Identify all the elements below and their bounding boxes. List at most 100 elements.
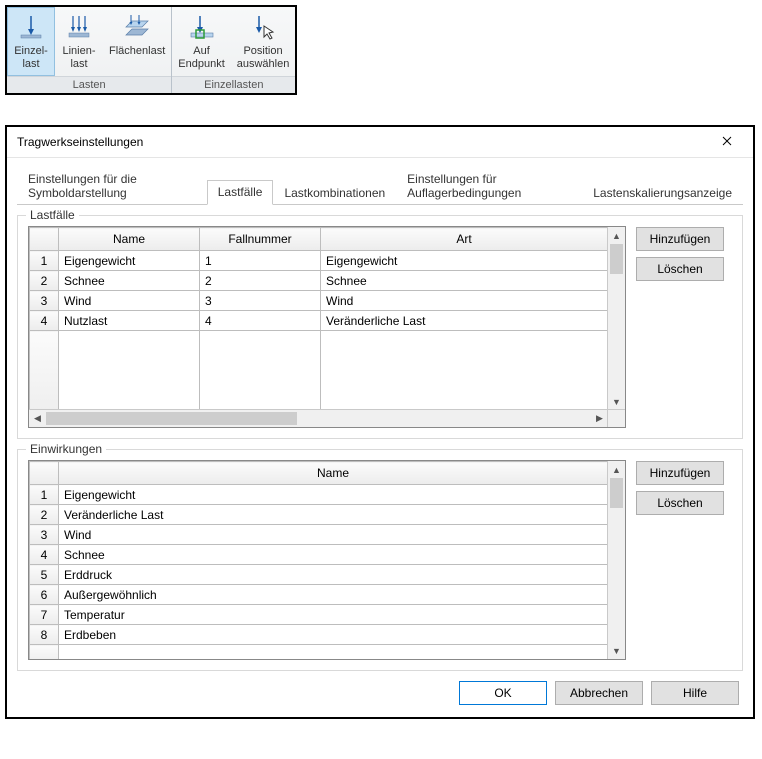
cell-fallnummer[interactable]: 1 [200, 251, 321, 271]
table-row[interactable]: 1Eigengewicht [30, 485, 608, 505]
table-row[interactable]: 4Schnee [30, 545, 608, 565]
cell-name[interactable]: Eigengewicht [59, 251, 200, 271]
scroll-down-icon[interactable]: ▼ [608, 642, 625, 659]
btn-flaechenlast[interactable]: Flächenlast [103, 7, 171, 76]
delete-einwirkung-button[interactable]: Löschen [636, 491, 724, 515]
vertical-scrollbar[interactable]: ▲ ▼ [607, 461, 625, 659]
close-button[interactable] [707, 130, 747, 154]
btn-position-auswaehlen[interactable]: Positionauswählen [231, 7, 296, 76]
scroll-up-icon[interactable]: ▲ [608, 227, 625, 244]
table-row[interactable]: 2Veränderliche Last [30, 505, 608, 525]
ribbon: Einzel-last Linien-last Flächenlast Last… [5, 5, 297, 95]
table-row[interactable]: 8Erdbeben [30, 625, 608, 645]
cell-name[interactable]: Schnee [59, 545, 608, 565]
table-row-empty [30, 645, 608, 660]
table-row[interactable]: 4Nutzlast4Veränderliche Last [30, 311, 608, 331]
cell-name[interactable]: Veränderliche Last [59, 505, 608, 525]
table-einwirkungen[interactable]: Name 1Eigengewicht2Veränderliche Last3Wi… [28, 460, 626, 660]
cell-name[interactable]: Erddruck [59, 565, 608, 585]
scroll-down-icon[interactable]: ▼ [608, 393, 625, 410]
table-row[interactable]: 5Erddruck [30, 565, 608, 585]
scroll-corner [607, 409, 625, 427]
add-lastfall-button[interactable]: Hinzufügen [636, 227, 724, 251]
cell-name[interactable]: Eigengewicht [59, 485, 608, 505]
cell-art[interactable]: Eigengewicht [321, 251, 608, 271]
add-einwirkung-button[interactable]: Hinzufügen [636, 461, 724, 485]
cell-art[interactable]: Schnee [321, 271, 608, 291]
scroll-thumb[interactable] [46, 412, 297, 425]
col-rownum[interactable] [30, 228, 59, 251]
cell-name[interactable]: Außergewöhnlich [59, 585, 608, 605]
btn-label: Einzel-last [12, 43, 50, 75]
cell-name[interactable]: Nutzlast [59, 311, 200, 331]
btn-label: Linien-last [60, 43, 97, 75]
cell-art[interactable]: Wind [321, 291, 608, 311]
tab-lastfaelle[interactable]: Lastfälle [207, 180, 274, 205]
ribbon-group-einzellasten: AufEndpunkt Positionauswählen Einzellast… [172, 7, 295, 93]
help-button[interactable]: Hilfe [651, 681, 739, 705]
group-legend: Lastfälle [26, 208, 79, 222]
cell-name[interactable]: Temperatur [59, 605, 608, 625]
cell-fallnummer[interactable]: 2 [200, 271, 321, 291]
table-lastfaelle[interactable]: Name Fallnummer Art 1Eigengewicht1Eigeng… [28, 226, 626, 428]
tab-symboldarstellung[interactable]: Einstellungen für die Symboldarstellung [17, 167, 207, 205]
group-einwirkungen: Einwirkungen Name 1Eigengewicht2Veränder… [17, 449, 743, 671]
tab-lastkombinationen[interactable]: Lastkombinationen [273, 181, 396, 205]
cell-rownum: 7 [30, 605, 59, 625]
titlebar: Tragwerkseinstellungen [7, 127, 753, 158]
cell-rownum: 1 [30, 485, 59, 505]
cell-rownum: 3 [30, 525, 59, 545]
tab-auflager[interactable]: Einstellungen für Auflagerbedingungen [396, 167, 582, 205]
scroll-thumb[interactable] [610, 478, 623, 508]
horizontal-scrollbar[interactable]: ◀ ▶ [29, 409, 608, 427]
cell-rownum: 3 [30, 291, 59, 311]
cell-rownum: 4 [30, 545, 59, 565]
btn-linienlast[interactable]: Linien-last [55, 7, 103, 76]
col-name[interactable]: Name [59, 228, 200, 251]
cell-rownum: 4 [30, 311, 59, 331]
cell-fallnummer[interactable]: 3 [200, 291, 321, 311]
cell-art[interactable]: Veränderliche Last [321, 311, 608, 331]
table-row[interactable]: 1Eigengewicht1Eigengewicht [30, 251, 608, 271]
ribbon-group-lasten: Einzel-last Linien-last Flächenlast Last… [7, 7, 172, 93]
cell-name[interactable]: Wind [59, 291, 200, 311]
scroll-left-icon[interactable]: ◀ [29, 410, 46, 427]
tab-skalierung[interactable]: Lastenskalierungsanzeige [582, 181, 743, 205]
table-row[interactable]: 3Wind [30, 525, 608, 545]
scroll-thumb[interactable] [610, 244, 623, 274]
btn-label: Positionauswählen [235, 43, 292, 75]
table-row[interactable]: 3Wind3Wind [30, 291, 608, 311]
dialog-tragwerkseinstellungen: Tragwerkseinstellungen Einstellungen für… [5, 125, 755, 719]
vertical-scrollbar[interactable]: ▲ ▼ [607, 227, 625, 410]
table-row[interactable]: 6Außergewöhnlich [30, 585, 608, 605]
select-position-icon [247, 11, 279, 43]
btn-label: AufEndpunkt [176, 43, 226, 75]
close-icon [722, 135, 732, 149]
area-load-icon [121, 11, 153, 43]
point-load-icon [15, 11, 47, 43]
delete-lastfall-button[interactable]: Löschen [636, 257, 724, 281]
cell-name[interactable]: Wind [59, 525, 608, 545]
cell-fallnummer[interactable]: 4 [200, 311, 321, 331]
cell-name[interactable]: Schnee [59, 271, 200, 291]
dialog-button-bar: OK Abbrechen Hilfe [17, 671, 743, 709]
btn-einzellast[interactable]: Einzel-last [7, 7, 55, 76]
col-art[interactable]: Art [321, 228, 608, 251]
line-load-icon [63, 11, 95, 43]
snap-endpoint-icon [186, 11, 218, 43]
cell-rownum: 2 [30, 271, 59, 291]
group-legend: Einwirkungen [26, 442, 106, 456]
table-row[interactable]: 2Schnee2Schnee [30, 271, 608, 291]
scroll-right-icon[interactable]: ▶ [591, 410, 608, 427]
col-rownum[interactable] [30, 462, 59, 485]
group-lastfaelle: Lastfälle Name Fallnummer Art 1Eigengewi… [17, 215, 743, 439]
col-fallnummer[interactable]: Fallnummer [200, 228, 321, 251]
scroll-up-icon[interactable]: ▲ [608, 461, 625, 478]
ok-button[interactable]: OK [459, 681, 547, 705]
col-name[interactable]: Name [59, 462, 608, 485]
table-row[interactable]: 7Temperatur [30, 605, 608, 625]
btn-label: Flächenlast [107, 43, 167, 62]
cancel-button[interactable]: Abbrechen [555, 681, 643, 705]
cell-name[interactable]: Erdbeben [59, 625, 608, 645]
btn-auf-endpunkt[interactable]: AufEndpunkt [172, 7, 230, 76]
